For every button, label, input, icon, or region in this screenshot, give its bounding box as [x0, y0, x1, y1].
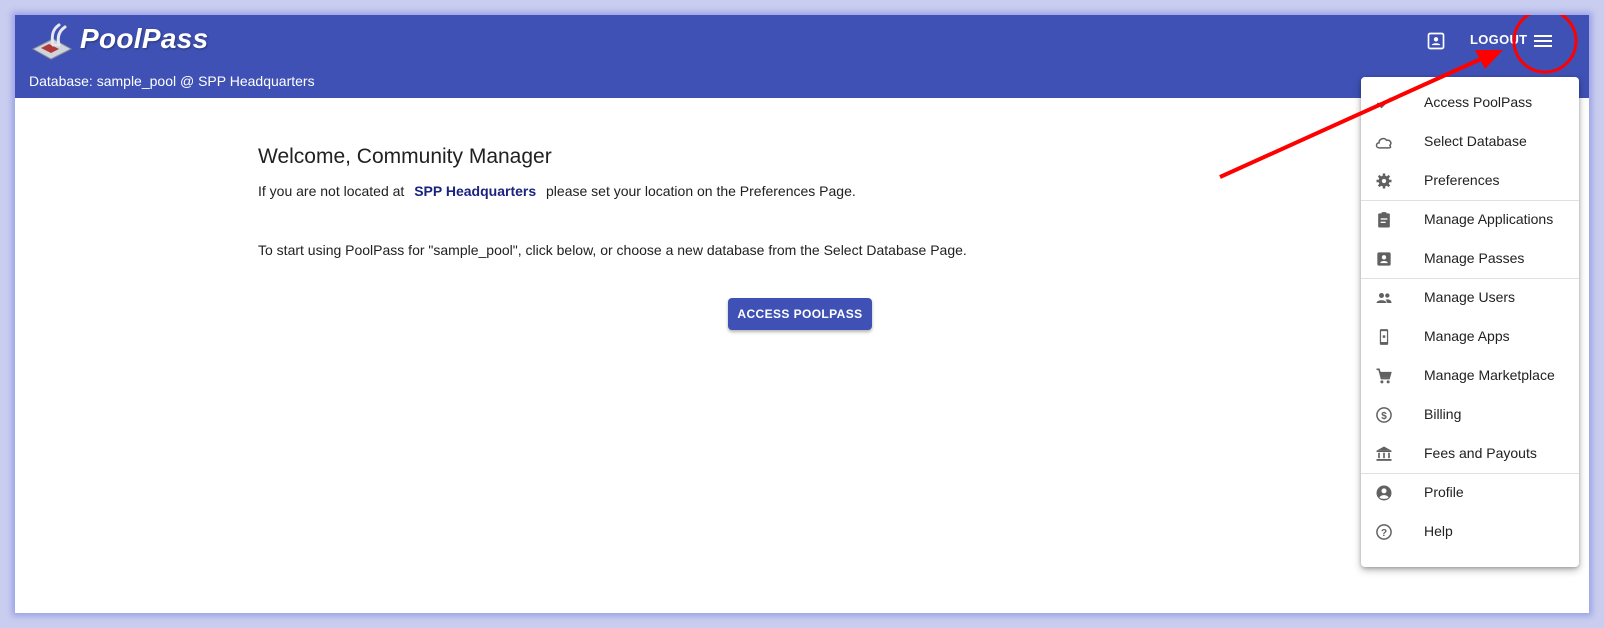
app-window: PoolPass Database: sample_pool @ SPP Hea…: [15, 15, 1589, 613]
svg-text:?: ?: [1381, 528, 1387, 539]
passes-icon[interactable]: [1426, 31, 1446, 51]
gear-icon: [1376, 173, 1392, 189]
menu-item-manage-marketplace[interactable]: Manage Marketplace: [1361, 356, 1579, 395]
menu-item-help[interactable]: ? Help: [1361, 512, 1579, 551]
account-icon: [1376, 485, 1392, 501]
menu-item-profile[interactable]: Profile: [1361, 473, 1579, 512]
location-notice: If you are not located at SPP Headquarte…: [258, 183, 856, 199]
menu-item-preferences[interactable]: Preferences: [1361, 161, 1579, 200]
menu-item-access-poolpass[interactable]: Access PoolPass: [1361, 83, 1579, 122]
poolpass-logo-icon: [31, 23, 73, 60]
menu-item-label: Profile: [1424, 484, 1464, 500]
app-header: PoolPass Database: sample_pool @ SPP Hea…: [15, 15, 1589, 98]
menu-item-manage-passes[interactable]: Manage Passes: [1361, 239, 1579, 278]
phone-icon: [1379, 329, 1389, 345]
brand-title: PoolPass: [80, 23, 209, 54]
menu-item-label: Preferences: [1424, 172, 1500, 188]
badge-icon: [1377, 252, 1391, 266]
svg-text:$: $: [1381, 411, 1387, 422]
bank-icon: [1376, 446, 1392, 461]
menu-item-manage-apps[interactable]: Manage Apps: [1361, 317, 1579, 356]
start-instructions: To start using PoolPass for "sample_pool…: [258, 242, 967, 258]
logout-button[interactable]: LOGOUT: [1470, 32, 1527, 47]
menu-item-billing[interactable]: $ Billing: [1361, 395, 1579, 434]
people-icon: [1376, 293, 1392, 303]
menu-item-label: Manage Apps: [1424, 328, 1510, 344]
hamburger-menu-icon[interactable]: [1531, 29, 1555, 53]
menu-item-manage-applications[interactable]: Manage Applications: [1361, 200, 1579, 239]
help-icon: ?: [1376, 524, 1392, 540]
menu-item-label: Manage Users: [1424, 289, 1516, 305]
location-suffix: please set your location on the Preferen…: [546, 183, 856, 199]
access-poolpass-button[interactable]: ACCESS POOLPASS: [728, 298, 872, 330]
database-label: Database: sample_pool @ SPP Headquarters: [29, 73, 315, 89]
welcome-heading: Welcome, Community Manager: [258, 145, 552, 168]
menu-item-label: Fees and Payouts: [1424, 445, 1537, 461]
menu-item-fees-and-payouts[interactable]: Fees and Payouts: [1361, 434, 1579, 473]
cloud-icon: [1375, 137, 1392, 149]
cart-icon: [1376, 368, 1392, 384]
menu-item-select-database[interactable]: Select Database: [1361, 122, 1579, 161]
clipboard-icon: [1378, 212, 1390, 228]
menu-item-label: Manage Marketplace: [1424, 367, 1555, 383]
location-prefix: If you are not located at: [258, 183, 405, 199]
check-icon: [1376, 97, 1392, 109]
menu-item-label: Manage Passes: [1424, 250, 1525, 266]
dollar-icon: $: [1376, 407, 1392, 423]
menu-item-label: Access PoolPass: [1424, 94, 1533, 110]
nav-dropdown-menu: Access PoolPass Select Database Preferen…: [1361, 77, 1579, 567]
location-link[interactable]: SPP Headquarters: [414, 183, 536, 199]
menu-item-manage-users[interactable]: Manage Users: [1361, 278, 1579, 317]
menu-item-label: Manage Applications: [1424, 211, 1554, 227]
menu-item-label: Billing: [1424, 406, 1462, 422]
menu-item-label: Help: [1424, 523, 1453, 539]
menu-item-label: Select Database: [1424, 133, 1527, 149]
